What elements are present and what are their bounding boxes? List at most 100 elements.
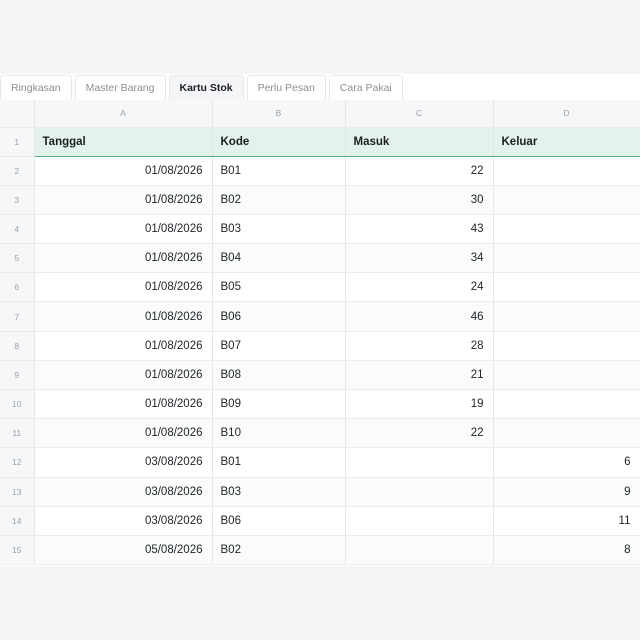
cell-masuk[interactable]: 43 xyxy=(345,214,494,245)
cell-tanggal[interactable]: 01/08/2026 xyxy=(34,301,213,332)
cell-tanggal[interactable]: 01/08/2026 xyxy=(34,389,213,420)
cell-masuk[interactable] xyxy=(345,447,494,478)
cell-kode[interactable]: B01 xyxy=(212,447,346,478)
row-number[interactable]: 12 xyxy=(0,447,35,478)
cell-masuk[interactable]: 22 xyxy=(345,418,494,449)
cell-kode[interactable]: B05 xyxy=(212,272,346,303)
cell-masuk[interactable]: 34 xyxy=(345,243,494,274)
cell-kode[interactable]: B01 xyxy=(212,156,346,186)
cell-kode[interactable]: B03 xyxy=(212,214,346,245)
cell-tanggal[interactable]: 03/08/2026 xyxy=(34,477,213,507)
cell-masuk[interactable]: 19 xyxy=(345,389,494,420)
column-header-d[interactable]: D xyxy=(493,100,640,128)
cell-keluar[interactable] xyxy=(493,331,640,361)
row-number[interactable]: 14 xyxy=(0,506,35,536)
spreadsheet-grid: A B C D 1 Tanggal Kode Masuk Keluar 2 01/… xyxy=(0,100,640,566)
cell-tanggal[interactable]: 01/08/2026 xyxy=(34,214,213,245)
header-cell-kode[interactable]: Kode xyxy=(212,127,346,157)
cell-kode[interactable]: B06 xyxy=(212,301,346,332)
cell-kode[interactable]: B08 xyxy=(212,360,346,391)
cell-kode[interactable]: B04 xyxy=(212,243,346,274)
cell-keluar[interactable] xyxy=(493,214,640,245)
row-number[interactable]: 2 xyxy=(0,156,35,186)
tab-ringkasan[interactable]: Ringkasan xyxy=(0,75,72,100)
row-number[interactable]: 8 xyxy=(0,331,35,361)
row-number[interactable]: 10 xyxy=(0,389,35,420)
header-cell-tanggal[interactable]: Tanggal xyxy=(34,127,213,157)
cell-keluar[interactable]: 11 xyxy=(493,506,640,536)
cell-kode[interactable]: B06 xyxy=(212,506,346,536)
table-row: 7 01/08/2026 B06 46 xyxy=(0,301,640,332)
tab-cara-pakai[interactable]: Cara Pakai xyxy=(328,75,403,100)
spreadsheet-app: Ringkasan Master Barang Kartu Stok Perlu… xyxy=(0,0,640,640)
cell-masuk[interactable]: 30 xyxy=(345,185,494,215)
cell-kode[interactable]: B02 xyxy=(212,535,346,566)
row-number[interactable]: 15 xyxy=(0,535,35,566)
cell-keluar[interactable] xyxy=(493,301,640,332)
row-number[interactable]: 5 xyxy=(0,243,35,274)
cell-keluar[interactable] xyxy=(493,185,640,215)
cell-tanggal[interactable]: 05/08/2026 xyxy=(34,535,213,566)
row-number[interactable]: 4 xyxy=(0,214,35,245)
table-row: 4 01/08/2026 B03 43 xyxy=(0,214,640,245)
cell-masuk[interactable]: 21 xyxy=(345,360,494,391)
table-row: 3 01/08/2026 B02 30 xyxy=(0,185,640,215)
cell-tanggal[interactable]: 01/08/2026 xyxy=(34,272,213,303)
cell-masuk[interactable]: 24 xyxy=(345,272,494,303)
header-cell-masuk[interactable]: Masuk xyxy=(345,127,494,157)
tab-perlu-pesan[interactable]: Perlu Pesan xyxy=(246,75,326,100)
header-row: 1 Tanggal Kode Masuk Keluar xyxy=(0,127,640,157)
cell-masuk[interactable]: 46 xyxy=(345,301,494,332)
cell-masuk[interactable] xyxy=(345,535,494,566)
cell-keluar[interactable]: 9 xyxy=(493,477,640,507)
tab-kartu-stok[interactable]: Kartu Stok xyxy=(168,75,244,100)
cell-kode[interactable]: B10 xyxy=(212,418,346,449)
table-row: 15 05/08/2026 B02 8 xyxy=(0,535,640,566)
cell-keluar[interactable] xyxy=(493,360,640,391)
row-number[interactable]: 3 xyxy=(0,185,35,215)
cell-tanggal[interactable]: 03/08/2026 xyxy=(34,447,213,478)
cell-masuk[interactable]: 28 xyxy=(345,331,494,361)
cell-tanggal[interactable]: 01/08/2026 xyxy=(34,418,213,449)
table-row: 10 01/08/2026 B09 19 xyxy=(0,389,640,420)
cell-masuk[interactable] xyxy=(345,506,494,536)
cell-kode[interactable]: B02 xyxy=(212,185,346,215)
cell-keluar[interactable] xyxy=(493,389,640,420)
column-header-b[interactable]: B xyxy=(212,100,346,128)
table-row: 6 01/08/2026 B05 24 xyxy=(0,272,640,303)
row-number[interactable]: 6 xyxy=(0,272,35,303)
table-row: 2 01/08/2026 B01 22 xyxy=(0,156,640,186)
cell-keluar[interactable] xyxy=(493,156,640,186)
cell-keluar[interactable]: 8 xyxy=(493,535,640,566)
cell-tanggal[interactable]: 01/08/2026 xyxy=(34,185,213,215)
row-number[interactable]: 7 xyxy=(0,301,35,332)
cell-tanggal[interactable]: 01/08/2026 xyxy=(34,156,213,186)
select-all-corner[interactable] xyxy=(0,100,35,128)
row-number[interactable]: 1 xyxy=(0,127,35,157)
cell-keluar[interactable] xyxy=(493,272,640,303)
cell-kode[interactable]: B03 xyxy=(212,477,346,507)
table-row: 13 03/08/2026 B03 9 xyxy=(0,477,640,507)
row-number[interactable]: 9 xyxy=(0,360,35,391)
cell-tanggal[interactable]: 01/08/2026 xyxy=(34,360,213,391)
cell-keluar[interactable] xyxy=(493,243,640,274)
cell-masuk[interactable] xyxy=(345,477,494,507)
cell-tanggal[interactable]: 03/08/2026 xyxy=(34,506,213,536)
sheet-area: Ringkasan Master Barang Kartu Stok Perlu… xyxy=(0,74,640,566)
sheet-tabs: Ringkasan Master Barang Kartu Stok Perlu… xyxy=(0,74,640,101)
header-cell-keluar[interactable]: Keluar xyxy=(493,127,640,157)
cell-tanggal[interactable]: 01/08/2026 xyxy=(34,243,213,274)
column-header-c[interactable]: C xyxy=(345,100,494,128)
cell-kode[interactable]: B07 xyxy=(212,331,346,361)
cell-tanggal[interactable]: 01/08/2026 xyxy=(34,331,213,361)
cell-keluar[interactable] xyxy=(493,418,640,449)
row-number[interactable]: 13 xyxy=(0,477,35,507)
cell-kode[interactable]: B09 xyxy=(212,389,346,420)
table-row: 9 01/08/2026 B08 21 xyxy=(0,360,640,391)
table-row: 12 03/08/2026 B01 6 xyxy=(0,447,640,478)
row-number[interactable]: 11 xyxy=(0,418,35,449)
cell-keluar[interactable]: 6 xyxy=(493,447,640,478)
tab-master-barang[interactable]: Master Barang xyxy=(74,75,166,100)
cell-masuk[interactable]: 22 xyxy=(345,156,494,186)
column-header-a[interactable]: A xyxy=(34,100,213,128)
